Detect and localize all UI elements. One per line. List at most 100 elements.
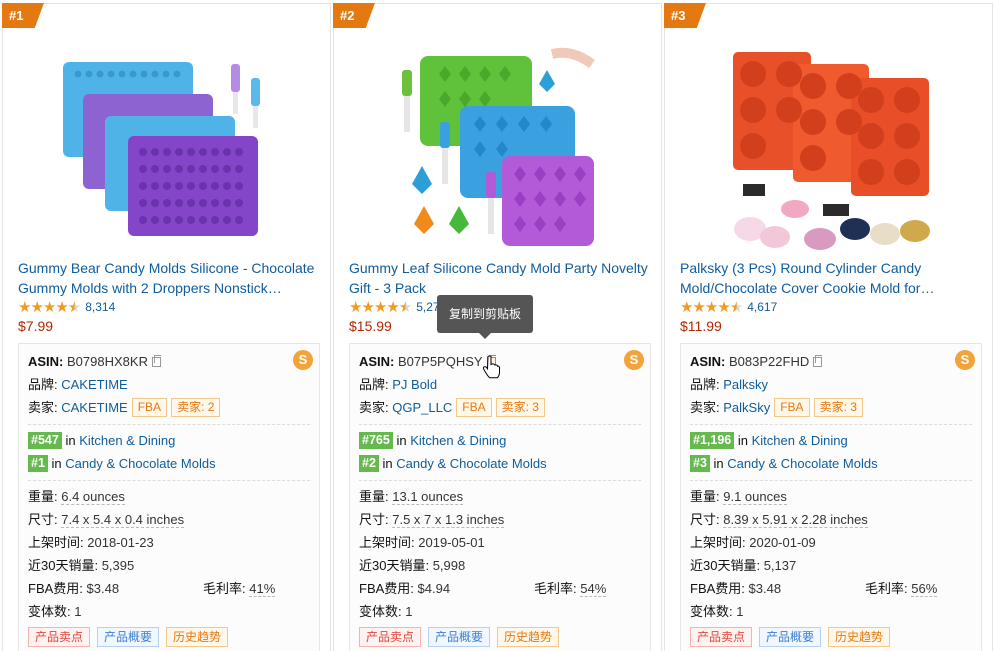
in-text: in [65,433,76,448]
weight-value: 9.1 ounces [723,489,787,505]
star-rating-icon: ★★★★★ [680,299,743,316]
product-card: #3 Palksky (3 Pcs) Round Cylinder Candy … [664,3,993,651]
seller-link[interactable]: CAKETIME [61,400,127,415]
asin-label: ASIN: [359,354,395,369]
copy-icon[interactable] [813,355,823,367]
review-count-link[interactable]: 8,314 [85,300,115,314]
date-label: 上架时间: [28,535,84,550]
fba-tag: FBA [774,398,810,417]
size-label: 尺寸: [690,512,720,527]
seller-label: 卖家: [28,400,58,415]
rating: ★★★★★ 4,617 [680,298,777,316]
fba-fee-label: FBA费用: [359,581,414,596]
in-text: in [51,456,62,471]
margin-label: 毛利率: [534,581,577,596]
sales-label: 近30天销量: [359,558,430,573]
product-info-panel: S ASIN: B07P5PQHSY 品牌: PJ Bold 卖家: QGP_L… [349,343,651,651]
date-value: 2018-01-23 [87,535,154,550]
rank-tag: #547 [28,432,62,449]
product-info-panel: S ASIN: B083P22FHD 品牌: Palksky 卖家: PalkS… [680,343,982,651]
weight-label: 重量: [28,489,58,504]
in-text: in [713,456,724,471]
product-image-gummy-bear-molds [63,62,260,236]
brand-label: 品牌: [359,377,389,392]
category-link[interactable]: Kitchen & Dining [752,433,848,448]
rank-tag: #1,196 [690,432,735,449]
selling-points-button[interactable]: 产品卖点 [359,627,422,647]
size-value: 8.39 x 5.91 x 2.28 inches [723,512,868,528]
variants-value: 1 [736,604,744,619]
variants-value: 1 [405,604,413,619]
product-summary-button[interactable]: 产品概要 [97,627,160,647]
product-image[interactable] [3,34,330,254]
divider [359,424,641,425]
seller-link[interactable]: QGP_LLC [392,400,452,415]
brand-link[interactable]: CAKETIME [61,377,127,392]
rank-badge: #2 [333,3,375,28]
seller-link[interactable]: PalkSky [723,400,770,415]
margin-value: 54% [580,581,607,597]
product-title-link[interactable]: Palksky (3 Pcs) Round Cylinder Candy Mol… [680,258,980,298]
fba-fee-value: $3.48 [86,581,120,596]
history-trend-button[interactable]: 历史趋势 [497,627,560,647]
fba-fee-label: FBA费用: [28,581,83,596]
seller-label: 卖家: [359,400,389,415]
history-trend-button[interactable]: 历史趋势 [166,627,229,647]
rank-badge: #3 [664,3,706,28]
fba-tag: FBA [131,398,168,417]
selling-points-button[interactable]: 产品卖点 [690,627,753,647]
divider [690,480,972,481]
weight-label: 重量: [359,489,389,504]
price: $7.99 [18,318,54,334]
asin-value: B083P22FHD [729,354,810,369]
review-count-link[interactable]: 4,617 [747,300,777,314]
product-image[interactable] [334,34,661,254]
asin-label: ASIN: [690,354,726,369]
asin-value: B0798HX8KR [67,354,148,369]
product-image-round-cylinder-molds [733,52,930,250]
brand-link[interactable]: PJ Bold [392,377,437,392]
margin-value: 56% [911,581,938,597]
sales-label: 近30天销量: [28,558,99,573]
product-info-panel: S ASIN: B0798HX8KR 品牌: CAKETIME 卖家: CAKE… [18,343,320,651]
margin-label: 毛利率: [865,581,908,596]
product-title-link[interactable]: Gummy Leaf Silicone Candy Mold Party Nov… [349,258,649,298]
size-label: 尺寸: [28,512,58,527]
in-text: in [737,433,748,448]
copy-icon[interactable] [151,355,161,367]
category-link[interactable]: Candy & Chocolate Molds [396,456,546,471]
product-image[interactable] [665,34,992,254]
sales-value: 5,137 [763,558,797,573]
size-value: 7.5 x 7 x 1.3 inches [392,512,505,528]
variants-label: 变体数: [690,604,733,619]
product-summary-button[interactable]: 产品概要 [759,627,822,647]
category-link[interactable]: Candy & Chocolate Molds [727,456,877,471]
product-summary-button[interactable]: 产品概要 [428,627,491,647]
weight-value: 6.4 ounces [61,489,125,505]
seller-count-tag[interactable]: 卖家: 3 [495,398,545,417]
weight-label: 重量: [690,489,720,504]
star-rating-icon: ★★★★★ [349,299,412,316]
price: $11.99 [680,318,722,334]
seller-count-tag[interactable]: 卖家: 2 [171,398,221,417]
weight-value: 13.1 ounces [392,489,464,505]
sales-value: 5,395 [101,558,135,573]
category-link[interactable]: Kitchen & Dining [410,433,506,448]
fba-fee-value: $4.94 [417,581,451,596]
star-rating-icon: ★★★★★ [18,299,81,316]
date-label: 上架时间: [359,535,415,550]
in-text: in [396,433,407,448]
asin-value: B07P5PQHSY [398,354,483,369]
product-title-link[interactable]: Gummy Bear Candy Molds Silicone - Chocol… [18,258,318,298]
seller-count-tag[interactable]: 卖家: 3 [813,398,863,417]
margin-label: 毛利率: [203,581,246,596]
fba-fee-value: $3.48 [748,581,782,596]
copy-tooltip: 复制到剪贴板 [437,295,533,339]
variants-label: 变体数: [359,604,402,619]
selling-points-button[interactable]: 产品卖点 [28,627,91,647]
history-trend-button[interactable]: 历史趋势 [828,627,891,647]
category-link[interactable]: Kitchen & Dining [79,433,175,448]
brand-link[interactable]: Palksky [723,377,768,392]
category-link[interactable]: Candy & Chocolate Molds [65,456,215,471]
size-label: 尺寸: [359,512,389,527]
